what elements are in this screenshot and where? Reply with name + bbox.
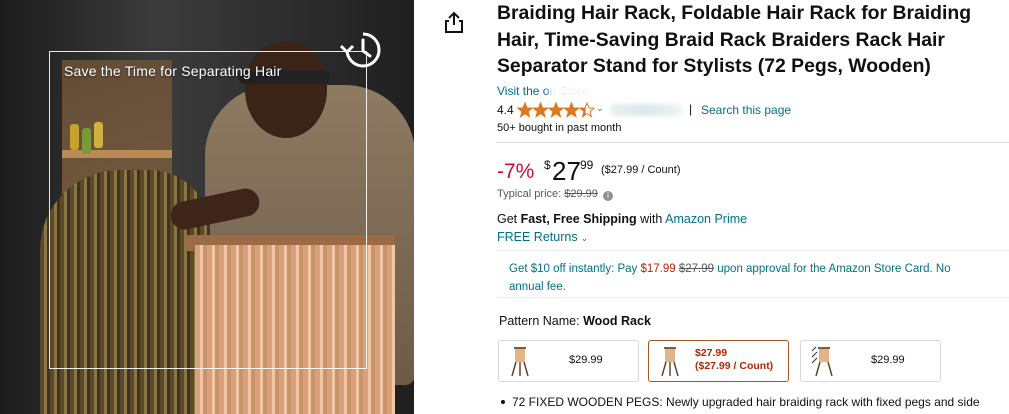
redacted-area	[549, 84, 639, 98]
free-returns-link[interactable]: FREE Returns ⌄	[497, 230, 588, 244]
chevron-down-icon[interactable]: ⌄	[596, 103, 604, 114]
search-this-page-link[interactable]: Search this page	[701, 103, 791, 117]
discount-percent: -7%	[497, 160, 535, 183]
promo-old-price: $27.99	[678, 263, 715, 275]
option-price-line: $27.99	[695, 347, 728, 359]
typical-price-value: $29.99	[564, 188, 598, 200]
shipping-info: Get Fast, Free Shipping with Amazon Prim…	[497, 212, 747, 226]
pattern-option-selected[interactable]: $27.99 ($27.99 / Count)	[648, 340, 789, 382]
promo-price: $17.99	[640, 263, 676, 275]
pattern-name-label: Pattern Name: Wood Rack	[499, 314, 651, 328]
option-price-per-unit: ($27.99 / Count)	[695, 360, 774, 372]
typical-price-label: Typical price:	[497, 188, 562, 200]
price-whole: 27	[552, 156, 581, 186]
bullet-text: 72 FIXED WOODEN PEGS: Newly upgraded hai…	[512, 395, 980, 409]
typical-price: Typical price: $29.99 i	[497, 188, 613, 201]
product-image[interactable]: Save the Time for Separating Hair	[0, 0, 414, 414]
chevron-down-icon: ⌄	[580, 233, 589, 243]
bullet-dot	[501, 400, 505, 404]
rack-thumbnail-icon	[811, 346, 833, 377]
info-icon[interactable]: i	[602, 191, 613, 201]
divider	[497, 142, 1009, 143]
price-fraction: 99	[580, 158, 594, 172]
share-icon[interactable]	[443, 10, 465, 34]
shipping-prefix: Get	[497, 212, 521, 226]
caption-frame	[49, 51, 367, 369]
bought-count: 50+ bought in past month	[497, 122, 622, 134]
amazon-prime-link[interactable]: Amazon Prime	[665, 212, 747, 226]
store-card-promo[interactable]: Get $10 off instantly: Pay $17.99 $27.99…	[497, 250, 1009, 298]
promo-text: Get $10 off instantly: Pay $17.99 $27.99…	[509, 260, 979, 296]
separator: |	[689, 102, 693, 116]
rack-thumbnail-icon	[661, 347, 679, 377]
star-rating-icon[interactable]	[517, 102, 595, 118]
promo-part1: Get $10 off instantly: Pay	[509, 263, 641, 275]
pattern-value: Wood Rack	[583, 314, 651, 328]
pattern-option[interactable]: $29.99	[800, 340, 941, 382]
option-price-selected: $27.99 ($27.99 / Count)	[695, 347, 773, 373]
feature-bullet: 72 FIXED WOODEN PEGS: Newly upgraded hai…	[497, 395, 1009, 409]
clock-icon	[339, 32, 381, 68]
product-title: Braiding Hair Rack, Foldable Hair Rack f…	[497, 2, 972, 77]
shipping-bold: Fast, Free Shipping	[520, 212, 637, 226]
price-symbol: $	[544, 158, 551, 172]
pattern-label: Pattern Name:	[499, 314, 584, 328]
image-caption: Save the Time for Separating Hair	[64, 63, 282, 79]
rack-thumbnail-icon	[511, 347, 529, 377]
price-per-unit: ($27.99 / Count)	[601, 164, 681, 176]
option-price: $29.99	[569, 354, 603, 366]
shipping-middle: with	[636, 212, 666, 226]
rating-value: 4.4	[497, 103, 514, 117]
free-returns-label: FREE Returns	[497, 230, 578, 244]
redacted-area	[610, 104, 682, 116]
option-price: $29.99	[871, 354, 905, 366]
pattern-option[interactable]: $29.99	[498, 340, 639, 382]
